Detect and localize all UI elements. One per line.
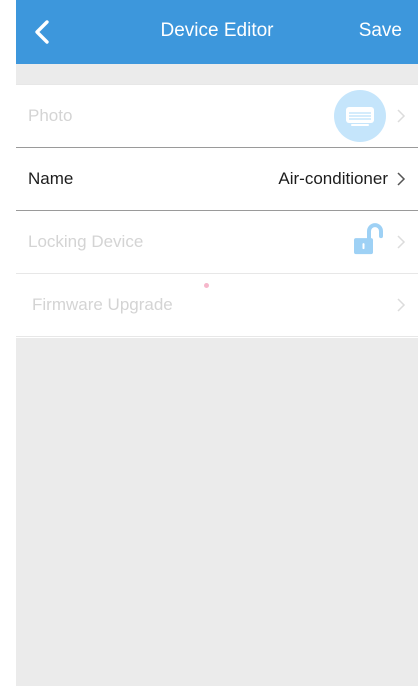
chevron-right-icon <box>397 298 406 312</box>
unlocked-padlock-icon <box>354 223 383 255</box>
name-label: Name <box>28 169 74 188</box>
chevron-right-icon <box>397 172 406 186</box>
locking-device-row[interactable]: Locking Device <box>16 210 418 273</box>
locking-device-label: Locking Device <box>28 232 144 251</box>
chevron-right-icon <box>397 109 406 123</box>
empty-content-area <box>16 338 418 686</box>
name-row[interactable]: Name Air-conditioner <box>16 147 418 210</box>
chevron-right-icon <box>397 235 406 249</box>
air-conditioner-icon <box>346 107 374 126</box>
page-title: Device Editor <box>160 20 274 41</box>
navigation-bar: Device Editor Save <box>16 0 418 64</box>
device-photo[interactable] <box>334 90 386 142</box>
chevron-left-icon <box>35 20 49 44</box>
firmware-upgrade-label: Firmware Upgrade <box>32 295 173 314</box>
photo-row[interactable]: Photo <box>16 84 418 147</box>
firmware-upgrade-row[interactable]: Firmware Upgrade <box>16 273 418 337</box>
section-gap <box>16 64 418 84</box>
settings-list: Photo Name Air-conditioner Locking Devic… <box>16 84 418 337</box>
save-button[interactable]: Save <box>359 19 402 43</box>
photo-label: Photo <box>28 106 73 125</box>
device-name-value: Air-conditioner <box>278 169 388 188</box>
back-button[interactable] <box>30 18 56 46</box>
touch-indicator-dot <box>204 283 209 288</box>
device-editor-screen: Device Editor Save Photo Name Air-condit <box>0 0 418 686</box>
